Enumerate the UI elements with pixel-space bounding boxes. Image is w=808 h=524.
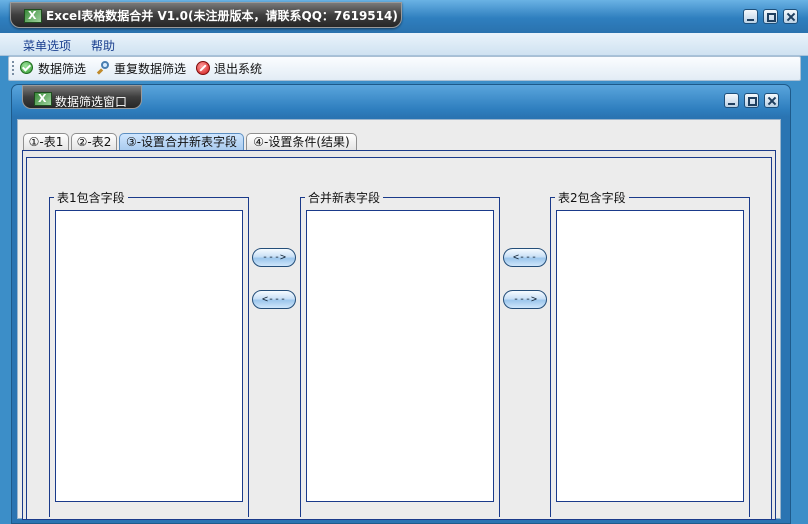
tab-table1[interactable]: ①-表1	[23, 133, 69, 150]
inner-window-icon	[34, 92, 52, 106]
remove-table2-field-button[interactable]: --->	[503, 290, 547, 309]
tab-conditions[interactable]: ④-设置条件(结果)	[246, 133, 357, 150]
add-table1-field-button[interactable]: --->	[252, 248, 296, 267]
inner-window-title: 数据筛选窗口	[55, 95, 128, 109]
close-icon[interactable]	[783, 9, 798, 24]
add-table2-field-button[interactable]: <---	[503, 248, 547, 267]
menu-bar	[0, 33, 808, 56]
table1-fields-label: 表1包含字段	[54, 189, 128, 206]
merged-fields-list[interactable]	[306, 210, 494, 502]
table2-fields-label: 表2包含字段	[555, 189, 629, 206]
exit-button[interactable]: 退出系统	[214, 60, 262, 77]
maximize-icon[interactable]	[763, 9, 778, 24]
filter-button[interactable]: 数据筛选	[38, 60, 86, 77]
remove-table1-field-button[interactable]: <---	[252, 290, 296, 309]
toolbar-grip[interactable]	[12, 61, 14, 75]
tab-merge-fields[interactable]: ③-设置合并新表字段	[119, 133, 244, 150]
menu-options[interactable]: 菜单选项	[23, 37, 71, 54]
merged-fields-label: 合并新表字段	[305, 189, 384, 206]
menu-help[interactable]: 帮助	[91, 37, 115, 54]
refilter-button[interactable]: 重复数据筛选	[114, 60, 186, 77]
exit-icon[interactable]	[196, 61, 210, 75]
check-icon[interactable]	[20, 61, 33, 74]
excel-app-icon	[24, 9, 42, 23]
minimize-icon[interactable]	[743, 9, 758, 24]
inner-close-icon[interactable]	[764, 93, 779, 108]
table1-fields-list[interactable]	[55, 210, 243, 502]
tab-table2[interactable]: ②-表2	[71, 133, 117, 150]
inner-minimize-icon[interactable]	[724, 93, 739, 108]
inner-maximize-icon[interactable]	[744, 93, 759, 108]
search-icon[interactable]	[97, 61, 111, 75]
window-title: Excel表格数据合并 V1.0(未注册版本，请联系QQ：7619514)	[46, 9, 398, 23]
table2-fields-list[interactable]	[556, 210, 744, 502]
